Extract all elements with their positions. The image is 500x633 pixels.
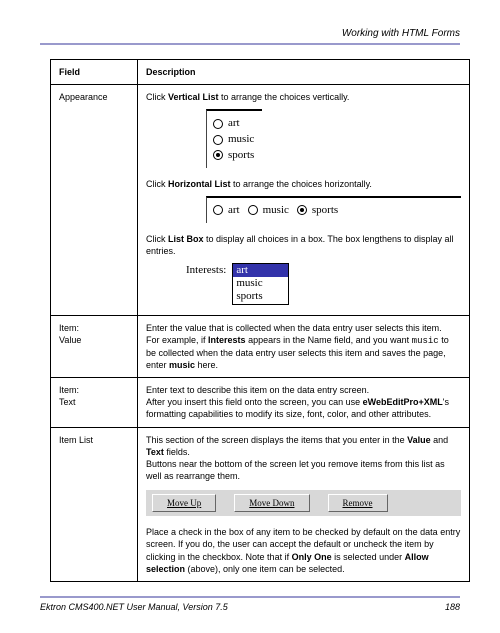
vertical-list-illustration: art music sports [206, 109, 461, 168]
radio-label: art [228, 116, 240, 131]
text: This section of the screen displays the … [146, 435, 407, 445]
radio-label: art [228, 203, 240, 218]
text: For example, if [146, 335, 208, 345]
field-description-table: Field Description Appearance Click Verti… [50, 59, 470, 582]
text: (above), only one item can be selected. [185, 564, 345, 574]
text: Click [146, 179, 168, 189]
footer-manual-title: Ektron CMS400.NET User Manual, Version 7… [40, 602, 228, 612]
horizontal-list-illustration: art music sports [206, 196, 461, 223]
text-bold: music [169, 360, 195, 370]
field-cell: Item List [51, 427, 138, 581]
field-cell: Appearance [51, 85, 138, 316]
radio-icon [213, 119, 223, 129]
text-bold: Only One [292, 552, 332, 562]
radio-icon [213, 205, 223, 215]
radio-label: sports [228, 148, 254, 163]
text: Enter the value that is collected when t… [146, 322, 461, 334]
listbox-label: Interests: [186, 263, 226, 278]
listbox-option: sports [233, 290, 288, 303]
text: here. [195, 360, 218, 370]
text: Enter text to describe this item on the … [146, 384, 461, 396]
text: is selected under [332, 552, 405, 562]
text: Buttons near the bottom of the screen le… [146, 458, 461, 482]
radio-icon-selected [213, 150, 223, 160]
description-cell: This section of the screen displays the … [138, 427, 470, 581]
text: Click [146, 234, 168, 244]
radio-label: music [263, 203, 289, 218]
move-down-button: Move Down [234, 494, 309, 512]
section-header: Working with HTML Forms [40, 28, 460, 39]
remove-button: Remove [328, 494, 388, 512]
text: and [431, 435, 449, 445]
text: to arrange the choices horizontally. [231, 179, 372, 189]
radio-icon [248, 205, 258, 215]
listbox-option-selected: art [233, 264, 288, 277]
table-row: Item: Value Enter the value that is coll… [51, 315, 470, 378]
text-mono: music [412, 336, 439, 346]
description-cell: Enter text to describe this item on the … [138, 378, 470, 427]
table-row: Item: Text Enter text to describe this i… [51, 378, 470, 427]
col-header-field: Field [51, 60, 138, 85]
listbox-illustration: Interests: art music sports [186, 263, 461, 305]
listbox: art music sports [232, 263, 289, 305]
text: After you insert this field onto the scr… [146, 397, 363, 407]
radio-icon-selected [297, 205, 307, 215]
radio-label: music [228, 132, 254, 147]
move-up-button: Move Up [152, 494, 216, 512]
text: fields. [164, 447, 190, 457]
table-header-row: Field Description [51, 60, 470, 85]
text-bold: Vertical List [168, 92, 219, 102]
text: to arrange the choices vertically. [219, 92, 350, 102]
footer-page-number: 188 [445, 602, 460, 612]
field-cell: Item: Value [51, 315, 138, 378]
text-bold: Text [146, 447, 164, 457]
field-cell: Item: Text [51, 378, 138, 427]
text-bold: eWebEditPro+XML [363, 397, 443, 407]
radio-icon [213, 135, 223, 145]
text-bold: List Box [168, 234, 204, 244]
description-cell: Enter the value that is collected when t… [138, 315, 470, 378]
button-row-illustration: Move Up Move Down Remove [146, 490, 461, 516]
description-cell: Click Vertical List to arrange the choic… [138, 85, 470, 316]
text: appears in the Name field, and you want [246, 335, 412, 345]
col-header-description: Description [138, 60, 470, 85]
table-row: Appearance Click Vertical List to arrang… [51, 85, 470, 316]
text-bold: Interests [208, 335, 246, 345]
header-rule [40, 43, 460, 45]
text: Click [146, 92, 168, 102]
listbox-option: music [233, 277, 288, 290]
text-bold: Value [407, 435, 431, 445]
text-bold: Horizontal List [168, 179, 231, 189]
radio-label: sports [312, 203, 338, 218]
table-row: Item List This section of the screen dis… [51, 427, 470, 581]
page-footer: Ektron CMS400.NET User Manual, Version 7… [40, 596, 460, 612]
